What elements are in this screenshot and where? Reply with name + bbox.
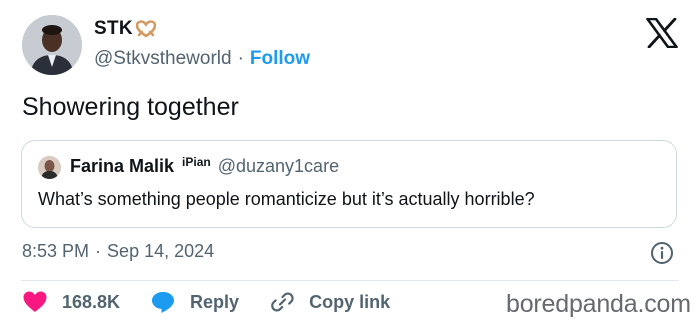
tweet-text: Showering together <box>22 93 239 121</box>
tweet-time: 8:53 PM <box>22 241 90 261</box>
quoted-display-name: Farina Malik <box>70 156 175 176</box>
heart-icon <box>23 291 47 312</box>
author-name-row: STK <box>94 18 156 40</box>
info-icon[interactable] <box>650 241 674 265</box>
follow-button[interactable]: Follow <box>250 48 310 70</box>
separator-dot: · <box>237 48 244 69</box>
divider <box>21 280 679 281</box>
tweet-date: Sep 14, 2024 <box>107 241 215 261</box>
link-icon <box>271 292 294 312</box>
quoted-handle: @duzany1care <box>217 156 340 176</box>
heart-hands-icon <box>135 20 156 38</box>
quoted-tweet[interactable]: Farina Malik iPian @duzany1care What’s s… <box>21 140 677 228</box>
author-photo <box>22 15 82 75</box>
reply-label: Reply <box>190 291 240 312</box>
action-bar: 168.8K Reply Copy link <box>22 290 420 314</box>
copy-link-label: Copy link <box>309 291 391 312</box>
like-count: 168.8K <box>62 291 121 312</box>
timestamp-separator: · <box>95 241 102 261</box>
quoted-badge: iPian <box>182 154 211 169</box>
author-handle[interactable]: @Stkvstheworld <box>94 48 232 70</box>
author-display-name[interactable]: STK <box>94 18 133 40</box>
like-button[interactable]: 168.8K <box>22 290 120 314</box>
reply-button[interactable]: Reply <box>150 290 239 314</box>
quoted-avatar <box>38 156 61 179</box>
reply-bubble-icon <box>152 292 175 313</box>
quoted-header: Farina Malik iPian @duzany1care <box>70 154 340 177</box>
copy-link-button[interactable]: Copy link <box>269 290 390 314</box>
author-avatar[interactable] <box>22 15 82 75</box>
author-handle-row: @Stkvstheworld · Follow <box>94 48 310 70</box>
x-logo-icon[interactable] <box>646 17 678 49</box>
quoted-text: What’s something people romanticize but … <box>38 189 535 209</box>
boredpanda-watermark: boredpanda.com <box>506 290 691 318</box>
tweet-timestamp[interactable]: 8:53 PM · Sep 14, 2024 <box>22 241 214 262</box>
